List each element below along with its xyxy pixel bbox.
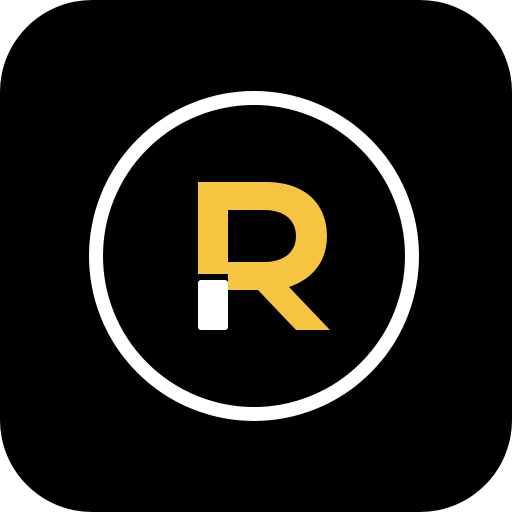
icon-tile-background <box>0 0 512 512</box>
r-logo-stem-accent <box>198 280 228 330</box>
app-logo-svg <box>0 0 512 512</box>
icon-stage <box>0 0 512 512</box>
app-icon[interactable] <box>0 0 512 512</box>
